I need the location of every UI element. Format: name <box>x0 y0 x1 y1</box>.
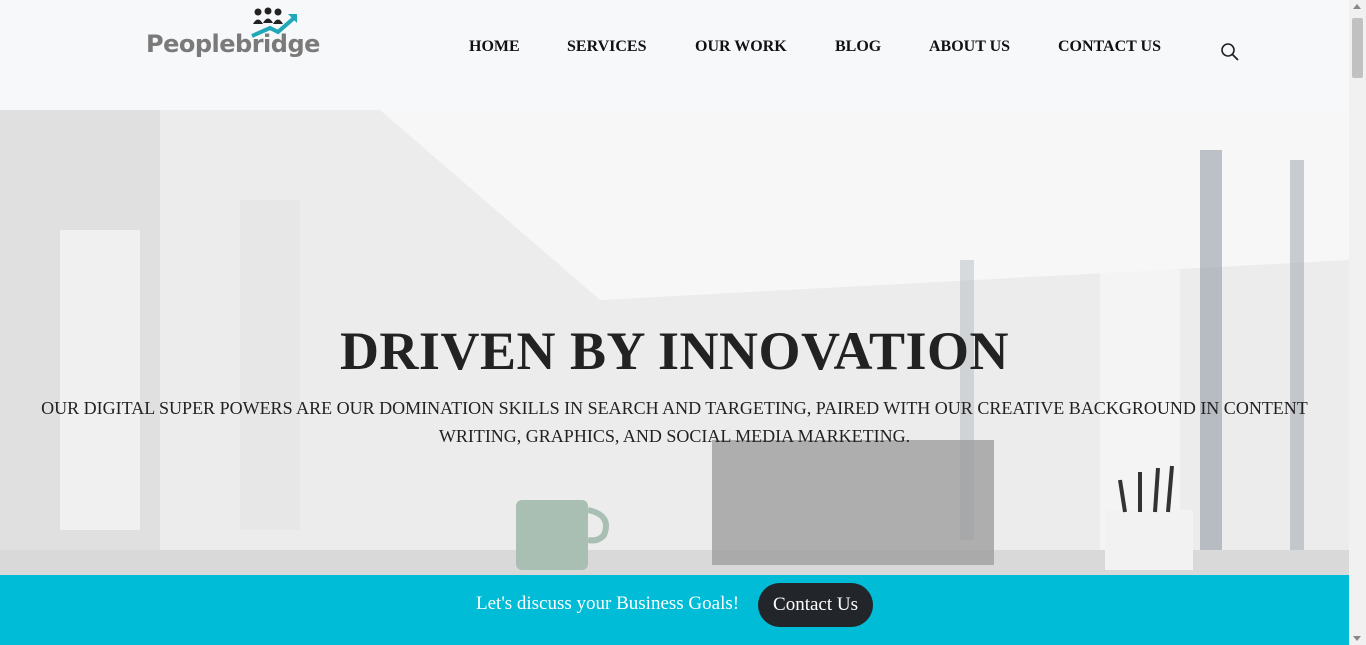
logo-wordmark: Peoplebridge <box>146 30 320 58</box>
scrollbar-thumb[interactable] <box>1352 18 1363 78</box>
contact-us-button[interactable]: Contact Us <box>758 583 873 627</box>
vertical-scrollbar[interactable] <box>1349 0 1366 645</box>
site-header: Peoplebridge HOME SERVICES OUR WORK BLOG… <box>0 0 1349 110</box>
nav-services[interactable]: SERVICES <box>567 38 646 56</box>
scroll-down-arrow-icon[interactable] <box>1353 636 1361 641</box>
nav-about-us[interactable]: ABOUT US <box>929 38 1010 56</box>
peoplebridge-logo[interactable]: Peoplebridge <box>146 6 320 66</box>
nav-home[interactable]: HOME <box>469 38 520 56</box>
nav-our-work[interactable]: OUR WORK <box>695 38 787 56</box>
hero-title: DRIVEN BY INNOVATION <box>339 321 1010 381</box>
nav-blog[interactable]: BLOG <box>835 38 881 56</box>
scroll-up-arrow-icon[interactable] <box>1353 4 1361 9</box>
cta-text: Let's discuss your Business Goals! <box>476 593 740 614</box>
hero-subtitle: OUR DIGITAL SUPER POWERS ARE OUR DOMINAT… <box>41 398 1308 446</box>
hero-section: DRIVEN BY INNOVATION OUR DIGITAL SUPER P… <box>0 110 1349 575</box>
nav-contact-us[interactable]: CONTACT US <box>1058 38 1161 56</box>
cta-bar: Let's discuss your Business Goals! Conta… <box>0 575 1349 645</box>
search-icon[interactable] <box>1220 42 1240 62</box>
